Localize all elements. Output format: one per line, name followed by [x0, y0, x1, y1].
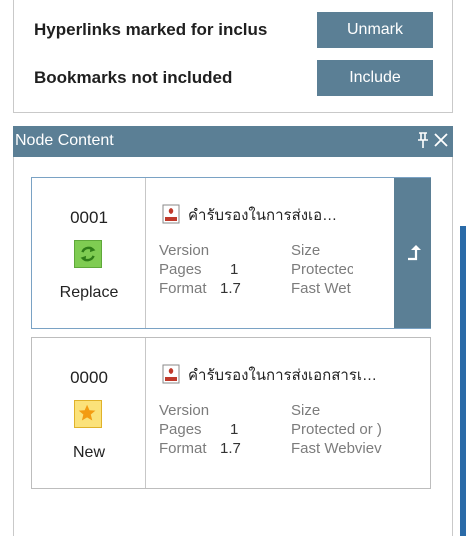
protected-label: Protected or ) [291, 421, 382, 438]
pages-label: Pages [159, 421, 202, 438]
star-icon [74, 400, 102, 428]
fast-web-label: Fast Wet [291, 280, 351, 297]
pin-icon[interactable] [417, 131, 429, 149]
close-icon[interactable] [433, 131, 449, 149]
unmark-button[interactable]: Unmark [317, 12, 433, 48]
bookmarks-row: Bookmarks not included Include [14, 60, 452, 96]
format-label: Format [159, 440, 207, 457]
card-number: 0000 [70, 368, 108, 387]
hyperlinks-row: Hyperlinks marked for inclus Unmark [14, 12, 452, 48]
format-label: Format [159, 280, 207, 297]
card-status-label: New [72, 444, 105, 461]
format-value: 1.7 [220, 440, 241, 457]
refresh-icon [74, 240, 102, 268]
node-content-title: Node Content [15, 132, 114, 149]
size-label: Size [291, 242, 321, 259]
bookmarks-label: Bookmarks not included [34, 68, 233, 87]
card-status-column: 0001 Replace [32, 178, 146, 328]
node-card[interactable]: 0000 New คำรับรองในการส่งเอกสารเ… Versio… [31, 337, 431, 489]
pdf-icon [162, 364, 180, 384]
pages-label: Pages [159, 261, 202, 278]
upload-button[interactable] [394, 178, 431, 328]
card-number: 0001 [70, 208, 108, 227]
hyperlinks-label: Hyperlinks marked for inclus [34, 20, 268, 39]
card-status-label: Replace [59, 284, 119, 301]
pdf-icon [162, 204, 180, 224]
document-title: คำรับรองในการส่งเอกสารเ… [188, 367, 378, 384]
format-value: 1.7 [220, 280, 241, 297]
upload-arrow-icon [408, 245, 421, 261]
size-label: Size [291, 402, 321, 419]
bookmarks-panel: Hyperlinks marked for inclus Unmark Book… [13, 0, 453, 113]
version-label: Version [159, 402, 210, 419]
include-button[interactable]: Include [317, 60, 433, 96]
scroll-edge [460, 226, 466, 536]
node-card[interactable]: 0001 Replace คำรับรองในการส่งเอ… Version… [31, 177, 431, 329]
pages-value: 1 [230, 421, 239, 438]
card-status-column: 0000 New [32, 338, 146, 488]
version-label: Version [159, 242, 210, 259]
node-content-header: Node Content [13, 126, 453, 157]
protected-label: Protectec [291, 261, 353, 278]
pages-value: 1 [230, 261, 239, 278]
fast-web-label: Fast Webviev [291, 440, 382, 457]
document-title: คำรับรองในการส่งเอ… [188, 207, 338, 224]
